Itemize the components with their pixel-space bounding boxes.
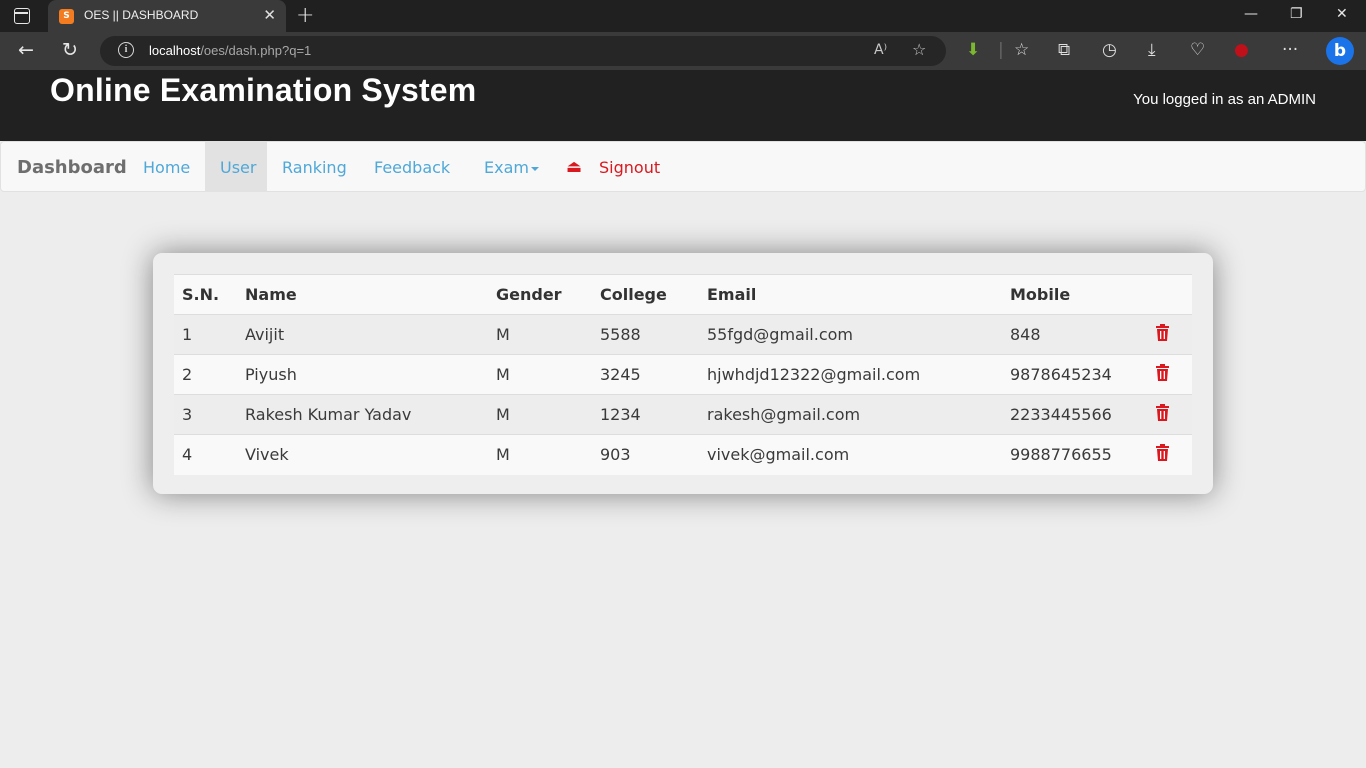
tab-title: OES || DASHBOARD <box>84 8 199 22</box>
cell-college: 903 <box>592 434 699 475</box>
nav-link-feedback[interactable]: Feedback <box>374 158 450 177</box>
favorites-icon[interactable]: ☆ <box>1014 40 1029 60</box>
more-menu-icon[interactable]: ··· <box>1282 40 1298 60</box>
address-bar[interactable]: i localhost/oes/dash.php?q=1 A⁾ ☆ <box>100 36 946 66</box>
cell-college: 5588 <box>592 314 699 355</box>
site-info-icon[interactable]: i <box>118 42 134 58</box>
cell-email: vivek@gmail.com <box>699 434 1002 475</box>
cell-gender: M <box>488 354 592 395</box>
cell-gender: M <box>488 394 592 435</box>
trash-icon[interactable] <box>1155 404 1170 421</box>
header-gender: Gender <box>488 274 592 315</box>
restore-icon[interactable]: ❐ <box>1290 6 1303 22</box>
cell-email: rakesh@gmail.com <box>699 394 1002 435</box>
header-actions <box>1147 274 1192 315</box>
signout-icon[interactable]: ⏏ <box>566 157 582 177</box>
new-tab-icon[interactable]: + <box>296 3 314 28</box>
url-text[interactable]: localhost/oes/dash.php?q=1 <box>149 43 311 58</box>
cell-gender: M <box>488 314 592 355</box>
cell-delete <box>1147 394 1192 435</box>
refresh-icon[interactable]: ↻ <box>62 39 78 61</box>
site-title: Online Examination System <box>50 72 477 108</box>
caret-down-icon <box>530 166 539 171</box>
cell-name: Avijit <box>237 314 488 355</box>
header-email: Email <box>699 274 1002 315</box>
cell-name: Vivek <box>237 434 488 475</box>
tab-close-icon[interactable]: ✕ <box>263 6 276 24</box>
table-row: 4 Vivek M 903 vivek@gmail.com 9988776655 <box>174 434 1192 475</box>
back-icon[interactable]: ← <box>18 39 34 61</box>
table-row: 1 Avijit M 5588 55fgd@gmail.com 848 <box>174 314 1192 355</box>
users-panel: S.N. Name Gender College Email Mobile 1 … <box>153 253 1213 494</box>
trash-icon[interactable] <box>1155 364 1170 381</box>
toolbar-divider: | <box>998 40 1004 60</box>
cell-mobile: 9988776655 <box>1002 434 1147 475</box>
nav-link-ranking[interactable]: Ranking <box>282 158 347 177</box>
cell-name: Piyush <box>237 354 488 395</box>
site-header: Online Examination System You logged in … <box>0 70 1366 141</box>
nav-link-home[interactable]: Home <box>143 158 190 177</box>
tab-actions-icon[interactable] <box>14 8 30 24</box>
cell-college: 1234 <box>592 394 699 435</box>
cell-sn: 1 <box>174 314 237 355</box>
cell-delete <box>1147 314 1192 355</box>
logged-in-status: You logged in as an ADMIN <box>1133 91 1316 108</box>
downloads-icon[interactable]: ⤓ <box>1148 40 1156 60</box>
cell-sn: 3 <box>174 394 237 435</box>
favorite-star-icon[interactable]: ☆ <box>912 40 926 59</box>
cell-mobile: 2233445566 <box>1002 394 1147 435</box>
table-header-row: S.N. Name Gender College Email Mobile <box>174 274 1192 315</box>
cell-delete <box>1147 434 1192 475</box>
copilot-icon[interactable]: b <box>1326 37 1354 65</box>
minimize-icon[interactable]: — <box>1244 6 1258 22</box>
browser-tab-bar: S OES || DASHBOARD ✕ + — ❐ ✕ <box>0 0 1366 32</box>
cell-sn: 2 <box>174 354 237 395</box>
cell-sn: 4 <box>174 434 237 475</box>
browser-essentials-icon[interactable]: ♡ <box>1190 40 1205 60</box>
table-row: 2 Piyush M 3245 hjwhdjd12322@gmail.com 9… <box>174 354 1192 395</box>
cell-email: 55fgd@gmail.com <box>699 314 1002 355</box>
cell-mobile: 9878645234 <box>1002 354 1147 395</box>
profile-extension-icon[interactable]: ● <box>1234 40 1249 60</box>
navbar-brand[interactable]: Dashboard <box>17 157 127 178</box>
window-close-icon[interactable]: ✕ <box>1336 6 1348 22</box>
cell-email: hjwhdjd12322@gmail.com <box>699 354 1002 395</box>
cell-mobile: 848 <box>1002 314 1147 355</box>
history-icon[interactable]: ◷ <box>1102 40 1117 60</box>
header-college: College <box>592 274 699 315</box>
header-mobile: Mobile <box>1002 274 1147 315</box>
cell-name: Rakesh Kumar Yadav <box>237 394 488 435</box>
nav-dropdown-exam[interactable]: Exam <box>484 158 539 177</box>
cell-gender: M <box>488 434 592 475</box>
collections-icon[interactable]: ⧉ <box>1058 40 1070 60</box>
main-navbar: Dashboard Home User Ranking Feedback Exa… <box>0 141 1366 192</box>
signout-link[interactable]: Signout <box>599 158 660 177</box>
cell-delete <box>1147 354 1192 395</box>
trash-icon[interactable] <box>1155 324 1170 341</box>
trash-icon[interactable] <box>1155 444 1170 462</box>
header-sn: S.N. <box>174 274 237 315</box>
users-table: S.N. Name Gender College Email Mobile 1 … <box>174 274 1192 475</box>
nav-exam-label: Exam <box>484 158 529 177</box>
xampp-favicon-icon: S <box>59 9 74 24</box>
header-name: Name <box>237 274 488 315</box>
browser-toolbar: ← ↻ i localhost/oes/dash.php?q=1 A⁾ ☆ ⬇ … <box>0 32 1366 70</box>
table-row: 3 Rakesh Kumar Yadav M 1234 rakesh@gmail… <box>174 394 1192 435</box>
nav-link-user[interactable]: User <box>220 158 256 177</box>
download-extension-icon[interactable]: ⬇ <box>966 40 980 60</box>
read-aloud-icon[interactable]: A⁾ <box>874 42 887 58</box>
cell-college: 3245 <box>592 354 699 395</box>
browser-tab[interactable]: S OES || DASHBOARD ✕ <box>48 0 286 32</box>
